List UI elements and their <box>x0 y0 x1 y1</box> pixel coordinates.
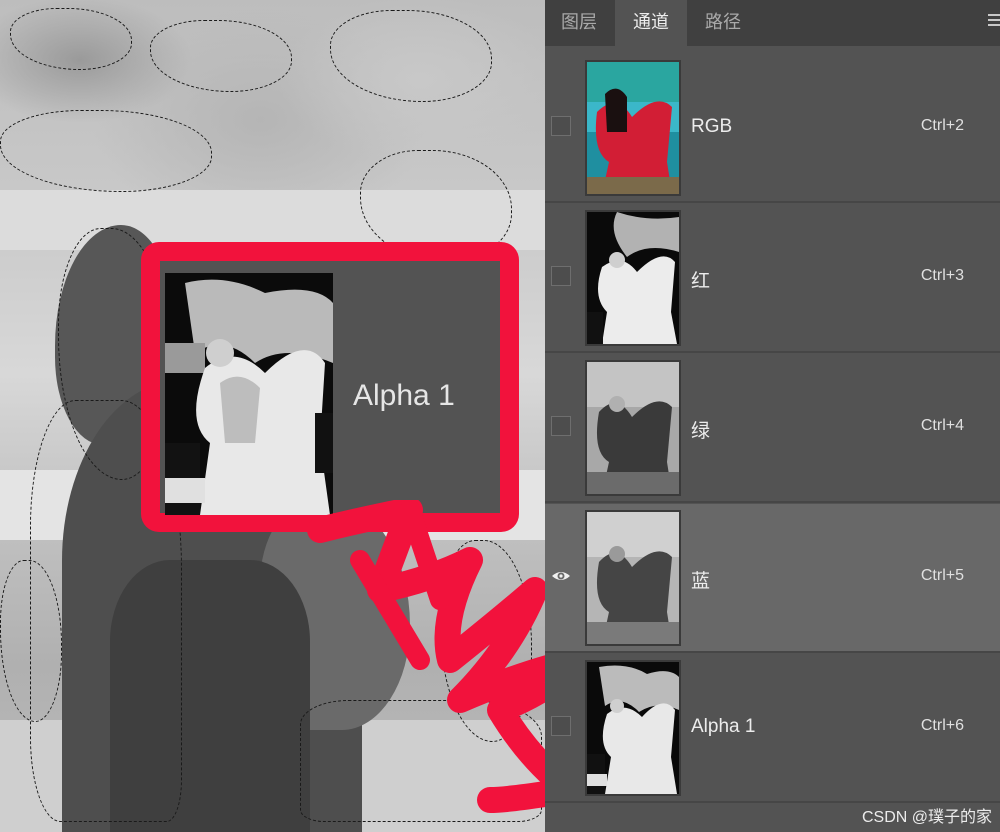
visibility-toggle[interactable] <box>551 416 571 436</box>
tab-channels[interactable]: 通道 <box>615 0 687 46</box>
rgb-thumbnail-art <box>587 62 679 194</box>
channel-row-blue[interactable]: 蓝 Ctrl+5 <box>545 504 1000 653</box>
channel-thumbnail-green <box>585 360 681 496</box>
channel-shortcut: Ctrl+6 <box>920 717 964 734</box>
selection-marquee <box>150 20 292 92</box>
channel-thumbnail-red <box>585 210 681 346</box>
alpha-channel-thumbnail-zoomed <box>165 273 333 515</box>
visibility-toggle[interactable] <box>551 266 571 286</box>
selection-marquee <box>0 110 212 192</box>
channel-name: 蓝 <box>691 571 711 592</box>
selection-marquee <box>10 8 132 70</box>
channel-row-alpha-1[interactable]: Alpha 1 Ctrl+6 <box>545 654 1000 803</box>
channel-thumbnail-alpha-1 <box>585 660 681 796</box>
panel-tab-bar: 图层 通道 路径 <box>545 0 1000 46</box>
visibility-toggle[interactable] <box>551 116 571 136</box>
channel-thumbnail-blue <box>585 510 681 646</box>
alpha-thumbnail-art <box>165 273 333 515</box>
annotation-callout-box: Alpha 1 <box>141 242 519 532</box>
channel-row-green[interactable]: 绿 Ctrl+4 <box>545 354 1000 503</box>
alpha-1-thumbnail-art <box>587 662 679 794</box>
channel-name: Alpha 1 <box>691 716 756 737</box>
channel-row-rgb[interactable]: RGB Ctrl+2 <box>545 54 1000 203</box>
channel-shortcut: Ctrl+2 <box>920 117 964 134</box>
visibility-toggle[interactable] <box>551 716 571 736</box>
channel-thumbnail-rgb <box>585 60 681 196</box>
channel-name: 绿 <box>691 421 711 442</box>
selection-marquee <box>330 10 492 102</box>
visibility-toggle[interactable] <box>551 566 571 586</box>
callout-channel-label: Alpha 1 <box>353 379 455 412</box>
channels-panel: 图层 通道 路径 RGB Ctrl+2 红 Ctrl+3 绿 Ctrl+4 蓝 … <box>545 0 1000 832</box>
channel-shortcut: Ctrl+4 <box>920 417 964 434</box>
channel-shortcut: Ctrl+5 <box>920 567 964 584</box>
channel-shortcut: Ctrl+3 <box>920 267 964 284</box>
green-thumbnail-art <box>587 362 679 494</box>
annotation-arrow-scribble <box>307 500 545 813</box>
channel-name: 红 <box>691 271 711 292</box>
eye-icon <box>552 572 570 580</box>
tab-paths[interactable]: 路径 <box>689 0 757 46</box>
hamburger-menu-icon[interactable] <box>988 14 1000 28</box>
document-canvas[interactable]: Alpha 1 <box>0 0 545 832</box>
channel-name: RGB <box>691 116 733 137</box>
tab-layers[interactable]: 图层 <box>545 0 613 46</box>
blue-thumbnail-art <box>587 512 679 644</box>
red-thumbnail-art <box>587 212 679 344</box>
watermark-text: CSDN @璞子的家 <box>861 809 992 826</box>
channel-row-red[interactable]: 红 Ctrl+3 <box>545 204 1000 353</box>
